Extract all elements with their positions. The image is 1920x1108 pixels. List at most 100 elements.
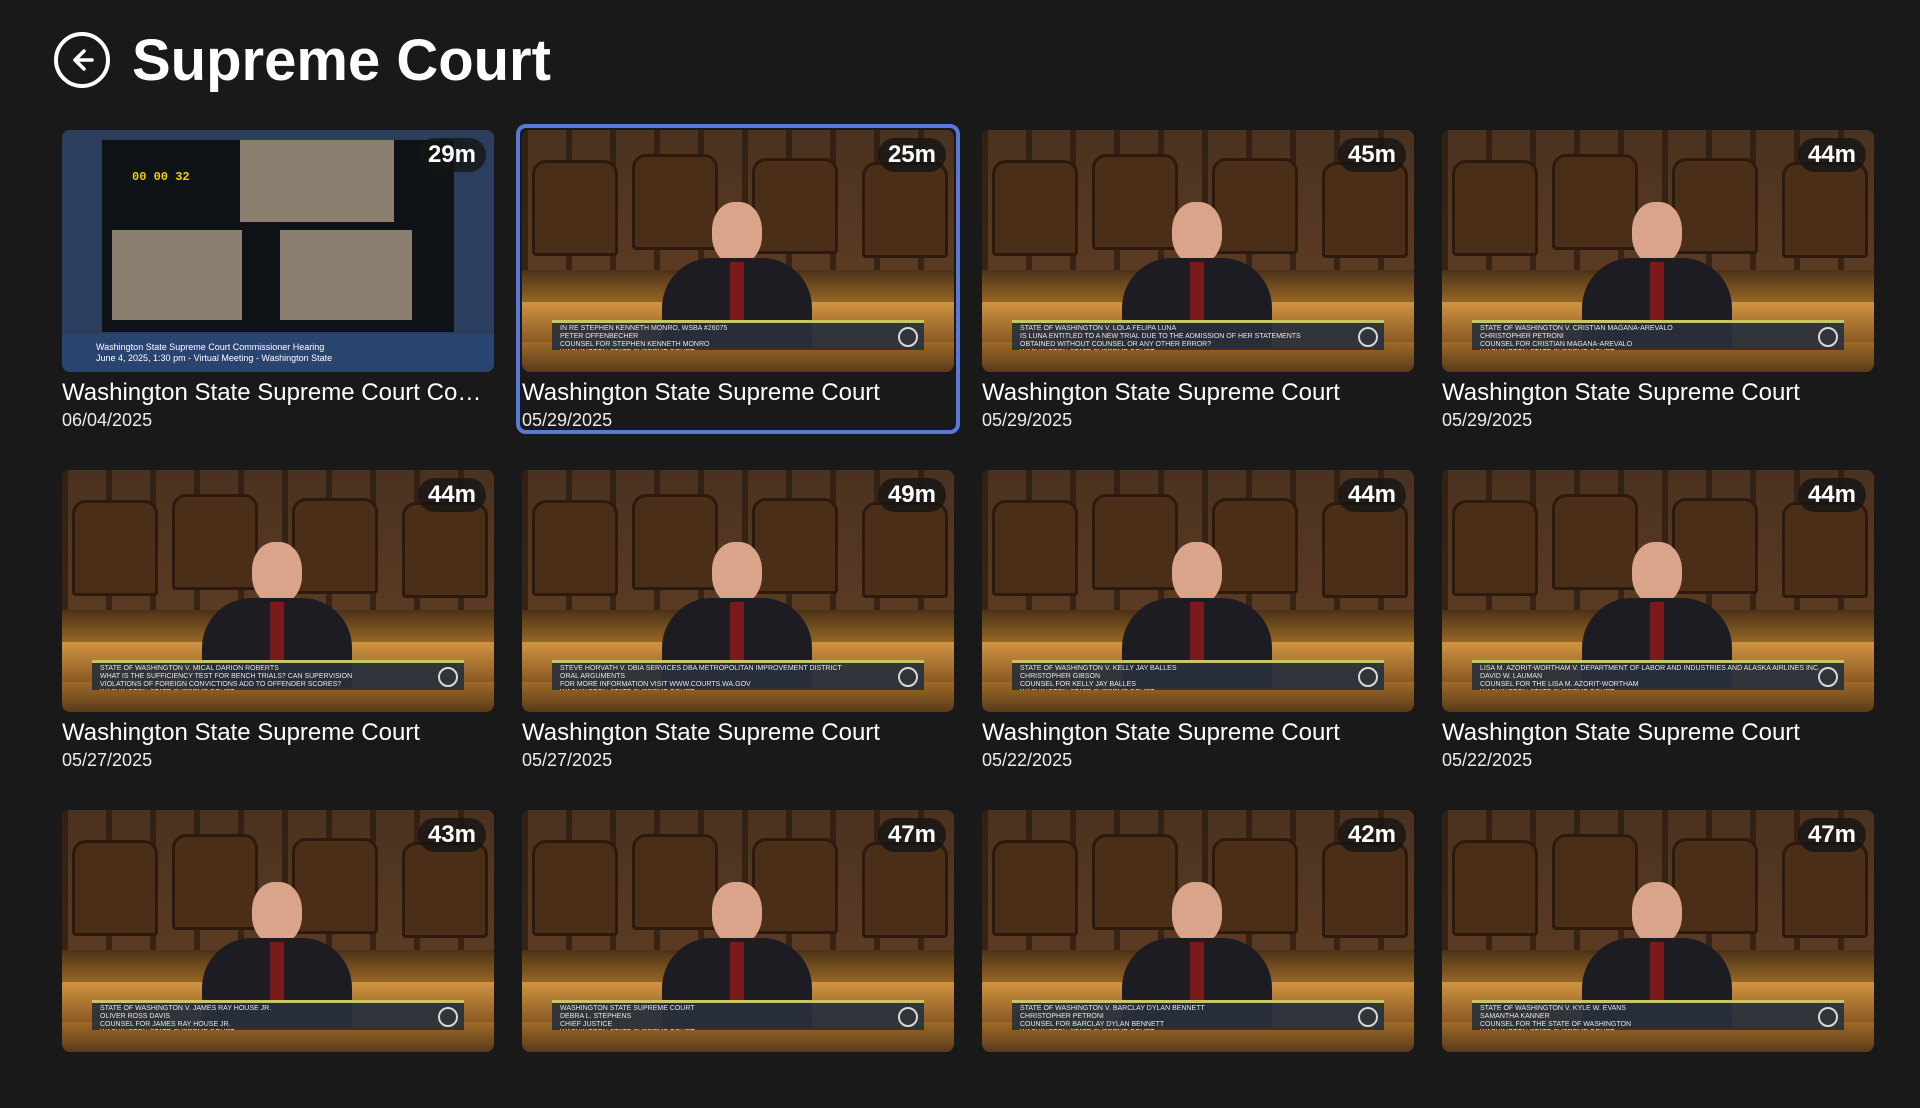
hearing-clock: 00 00 32	[132, 170, 190, 184]
video-title: Washington State Supreme Court	[982, 379, 1340, 406]
speaker-tie	[1650, 602, 1664, 662]
courtroom-chair	[72, 500, 158, 596]
courtroom-chair	[72, 840, 158, 936]
caption-line: COUNSEL FOR THE LISA M. AZORIT-WORTHAM	[1480, 681, 1639, 688]
caption-line: COUNSEL FOR BARCLAY DYLAN BENNETT	[1020, 1021, 1165, 1028]
caption-line: WASHINGTON STATE SUPREME COURT	[1020, 689, 1344, 690]
tvw-logo-icon	[1358, 667, 1378, 687]
courtroom-chair	[402, 842, 488, 938]
duration-badge: 44m	[417, 478, 486, 512]
page-header: Supreme Court	[54, 28, 551, 93]
duration-badge: 25m	[877, 138, 946, 172]
caption-line: WASHINGTON STATE SUPREME COURT	[1480, 1029, 1804, 1030]
caption-line: ORAL ARGUMENTS	[560, 673, 626, 680]
video-title: Washington State Supreme Court Com...	[62, 379, 494, 406]
speaker-head	[1172, 542, 1222, 604]
caption-lower-third: STATE OF WASHINGTON V. KELLY JAY BALLES C…	[1012, 660, 1384, 690]
video-thumbnail: STATE OF WASHINGTON V. CRISTIAN MAGANA-A…	[1442, 130, 1874, 372]
participant-tile	[280, 230, 412, 320]
caption-line: CHIEF JUSTICE	[560, 1021, 613, 1028]
courtroom-chair	[1782, 162, 1868, 258]
caption-lower-third: STATE OF WASHINGTON V. JAMES RAY HOUSE J…	[92, 1000, 464, 1030]
video-card[interactable]: 00 00 32 Washington State Supreme Court C…	[62, 130, 494, 430]
video-card[interactable]: STATE OF WASHINGTON V. JAMES RAY HOUSE J…	[62, 810, 494, 1108]
duration-badge: 47m	[1797, 818, 1866, 852]
speaker-tie	[1190, 942, 1204, 1002]
tvw-logo-icon	[898, 1007, 918, 1027]
tvw-logo-icon	[1818, 667, 1838, 687]
speaker-tie	[1190, 602, 1204, 662]
caption-line: COUNSEL FOR STEPHEN KENNETH MONRO	[560, 341, 710, 348]
video-date: 05/29/2025	[982, 410, 1073, 430]
courtroom-chair	[402, 502, 488, 598]
caption-line: STATE OF WASHINGTON V. CRISTIAN MAGANA-A…	[1480, 325, 1673, 332]
courtroom-chair	[1452, 840, 1538, 936]
courtroom-chair	[992, 160, 1078, 256]
video-card[interactable]: WASHINGTON STATE SUPREME COURT DEBRA L. S…	[522, 810, 954, 1108]
caption-line: WASHINGTON STATE SUPREME COURT	[1020, 1029, 1344, 1030]
caption-line: CHRISTOPHER GIBSON	[1020, 673, 1100, 680]
courtroom-chair	[992, 500, 1078, 596]
caption-lower-third: STATE OF WASHINGTON V. CRISTIAN MAGANA-A…	[1472, 320, 1844, 350]
caption-line: WASHINGTON STATE SUPREME COURT	[560, 349, 884, 350]
caption-lower-third: IN RE STEPHEN KENNETH MONRO, WSBA #26075…	[552, 320, 924, 350]
courtroom-chair	[532, 840, 618, 936]
speaker-head	[1632, 882, 1682, 944]
video-card[interactable]: LISA M. AZORIT-WORTHAM V. DEPARTMENT OF …	[1442, 470, 1874, 770]
caption-line: COUNSEL FOR JAMES RAY HOUSE JR.	[100, 1021, 231, 1028]
video-thumbnail: STATE OF WASHINGTON V. BARCLAY DYLAN BEN…	[982, 810, 1414, 1052]
caption-line: OLIVER ROSS DAVIS	[100, 1013, 170, 1020]
video-date: 05/29/2025	[522, 410, 613, 430]
caption-lower-third: STATE OF WASHINGTON V. KYLE W. EVANS SAMA…	[1472, 1000, 1844, 1030]
video-thumbnail: STATE OF WASHINGTON V. LOLA FELIPA LUNA I…	[982, 130, 1414, 372]
video-date: 05/27/2025	[522, 750, 613, 770]
video-card[interactable]: STATE OF WASHINGTON V. LOLA FELIPA LUNA I…	[982, 130, 1414, 430]
speaker-head	[1632, 542, 1682, 604]
tvw-logo-icon	[438, 667, 458, 687]
duration-badge: 49m	[877, 478, 946, 512]
video-card[interactable]: STATE OF WASHINGTON V. BARCLAY DYLAN BEN…	[982, 810, 1414, 1108]
hearing-banner-title: Washington State Supreme Court Commissio…	[96, 342, 325, 352]
caption-lower-third: WASHINGTON STATE SUPREME COURT DEBRA L. S…	[552, 1000, 924, 1030]
video-thumbnail: WASHINGTON STATE SUPREME COURT DEBRA L. S…	[522, 810, 954, 1052]
video-card[interactable]: STEVE HORVATH V. DBIA SERVICES DBA METRO…	[522, 470, 954, 770]
video-title: Washington State Supreme Court	[982, 719, 1340, 746]
duration-badge: 44m	[1337, 478, 1406, 512]
duration-badge: 43m	[417, 818, 486, 852]
video-card[interactable]: STATE OF WASHINGTON V. KELLY JAY BALLES C…	[982, 470, 1414, 770]
speaker-tie	[270, 942, 284, 1002]
courtroom-chair	[992, 840, 1078, 936]
caption-line: WASHINGTON STATE SUPREME COURT	[560, 1005, 695, 1012]
speaker-tie	[730, 262, 744, 322]
video-thumbnail: LISA M. AZORIT-WORTHAM V. DEPARTMENT OF …	[1442, 470, 1874, 712]
video-card[interactable]: IN RE STEPHEN KENNETH MONRO, WSBA #26075…	[516, 124, 960, 434]
tvw-logo-icon	[898, 667, 918, 687]
video-card[interactable]: STATE OF WASHINGTON V. KYLE W. EVANS SAMA…	[1442, 810, 1874, 1108]
caption-line: WASHINGTON STATE SUPREME COURT	[100, 689, 424, 690]
video-thumbnail: STATE OF WASHINGTON V. MICAL DARION ROBE…	[62, 470, 494, 712]
participant-tile	[240, 140, 394, 222]
video-card[interactable]: STATE OF WASHINGTON V. MICAL DARION ROBE…	[62, 470, 494, 770]
video-card[interactable]: STATE OF WASHINGTON V. CRISTIAN MAGANA-A…	[1442, 130, 1874, 430]
video-thumbnail: STATE OF WASHINGTON V. JAMES RAY HOUSE J…	[62, 810, 494, 1052]
speaker-head	[712, 542, 762, 604]
caption-line: CHRISTOPHER PETRONI	[1480, 333, 1564, 340]
duration-badge: 42m	[1337, 818, 1406, 852]
tvw-logo-icon	[898, 327, 918, 347]
back-button[interactable]	[54, 32, 110, 88]
caption-line: STATE OF WASHINGTON V. LOLA FELIPA LUNA	[1020, 325, 1177, 332]
caption-line: WASHINGTON STATE SUPREME COURT	[1480, 349, 1804, 350]
speaker-head	[712, 882, 762, 944]
video-thumbnail: 00 00 32 Washington State Supreme Court C…	[62, 130, 494, 372]
speaker-head	[1172, 202, 1222, 264]
speaker-tie	[730, 602, 744, 662]
caption-line: STATE OF WASHINGTON V. KYLE W. EVANS	[1480, 1005, 1626, 1012]
duration-badge: 44m	[1797, 478, 1866, 512]
hearing-banner: Washington State Supreme Court Commissio…	[62, 334, 494, 372]
courtroom-chair	[532, 500, 618, 596]
caption-line: STEVE HORVATH V. DBIA SERVICES DBA METRO…	[560, 665, 842, 672]
speaker-head	[1632, 202, 1682, 264]
speaker-tie	[270, 602, 284, 662]
tvw-logo-icon	[1358, 1007, 1378, 1027]
hearing-banner-subtitle: June 4, 2025, 1:30 pm - Virtual Meeting …	[96, 353, 333, 363]
